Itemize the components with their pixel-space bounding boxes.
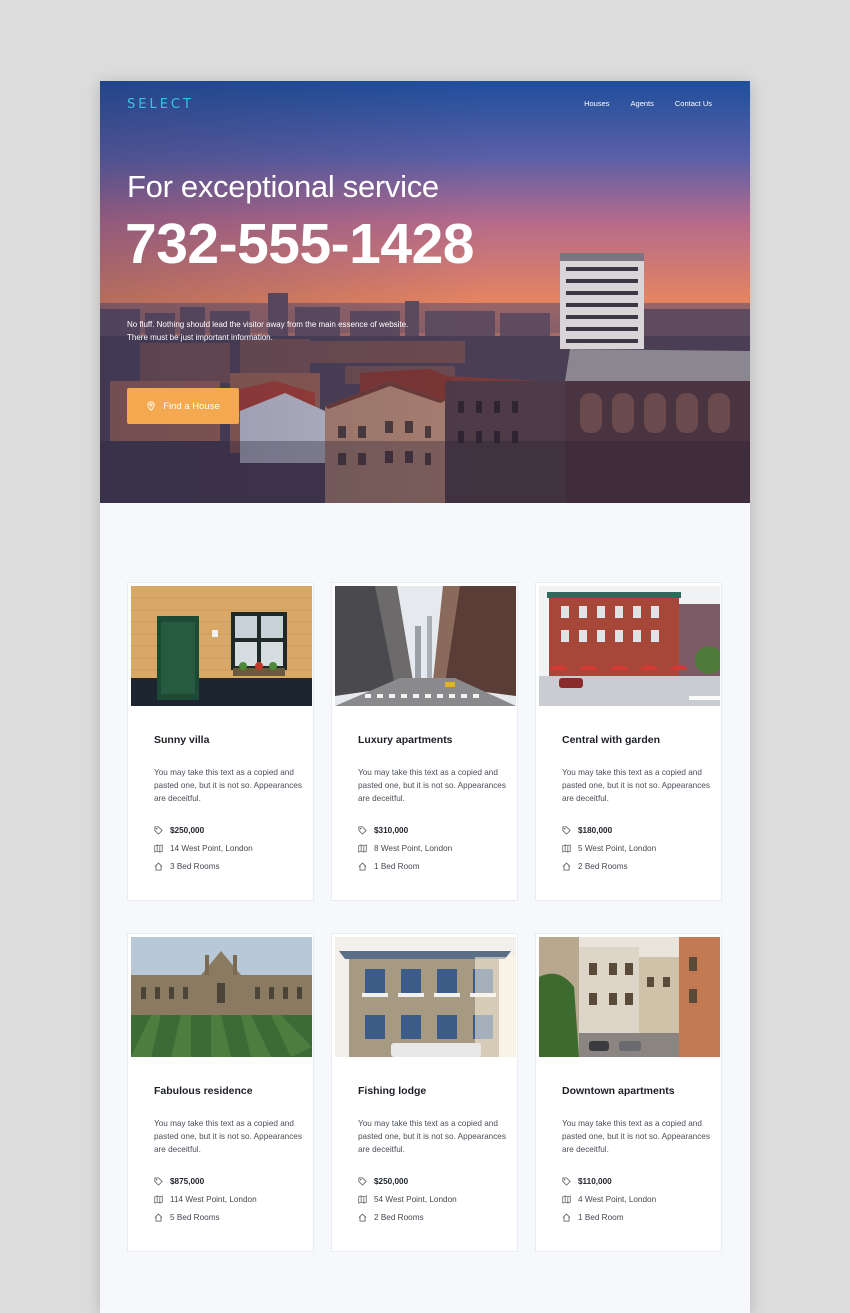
listing-price: $875,000 [154, 1177, 204, 1186]
map-icon [358, 1195, 367, 1204]
listing-price-value: $310,000 [374, 826, 409, 835]
listing-rooms: 5 Bed Rooms [154, 1213, 220, 1222]
listing-price-value: $110,000 [578, 1177, 612, 1186]
listing-card[interactable]: Central with garden You may take this te… [535, 582, 722, 901]
listing-rooms-value: 3 Bed Rooms [170, 862, 220, 871]
listing-title[interactable]: Fabulous residence [154, 1085, 253, 1097]
listing-title[interactable]: Downtown apartments [562, 1085, 675, 1097]
listing-photo [335, 937, 516, 1057]
listing-title[interactable]: Fishing lodge [358, 1085, 426, 1097]
listing-rooms-value: 2 Bed Rooms [374, 1213, 424, 1222]
listing-address-value: 114 West Point, London [170, 1195, 257, 1204]
listing-card[interactable]: Fishing lodge You may take this text as … [331, 933, 518, 1252]
page: SELECT Houses Agents Contact Us For exce… [100, 81, 750, 1313]
listing-address: 8 West Point, London [358, 844, 452, 853]
listing-price: $180,000 [562, 826, 612, 835]
main-nav: Houses Agents Contact Us [584, 99, 712, 108]
hero-description-line: No fluff. Nothing should lead the visito… [127, 320, 409, 329]
nav-link-agents[interactable]: Agents [631, 99, 654, 108]
listing-rooms-value: 2 Bed Rooms [578, 862, 628, 871]
listing-rooms-value: 5 Bed Rooms [170, 1213, 220, 1222]
home-icon [562, 1213, 571, 1222]
listing-address-value: 8 West Point, London [374, 844, 453, 853]
hero-section: SELECT Houses Agents Contact Us For exce… [100, 81, 750, 503]
listing-address-value: 4 West Point, London [578, 1195, 657, 1204]
listing-title[interactable]: Sunny villa [154, 734, 209, 746]
listing-rooms: 1 Bed Room [358, 862, 420, 871]
listing-price-value: $250,000 [170, 826, 205, 835]
listing-description: You may take this text as a copied and p… [154, 768, 302, 803]
map-icon [562, 1195, 571, 1204]
find-house-button[interactable]: Find a House [127, 388, 239, 424]
map-icon [358, 844, 367, 853]
listing-address: 5 West Point, London [562, 844, 656, 853]
listing-card[interactable]: Luxury apartments You may take this text… [331, 582, 518, 901]
listing-rooms: 3 Bed Rooms [154, 862, 220, 871]
home-icon [154, 862, 163, 871]
map-icon [154, 844, 163, 853]
price-tag-icon [562, 826, 571, 835]
listing-rooms-value: 1 Bed Room [578, 1213, 624, 1222]
find-house-label: Find a House [163, 400, 220, 412]
listing-address-value: 5 West Point, London [578, 844, 657, 853]
listing-price: $250,000 [358, 1177, 408, 1186]
map-pin-icon [147, 401, 155, 411]
hero-description: No fluff. Nothing should lead the visito… [127, 318, 447, 344]
listing-photo [335, 586, 516, 706]
listing-photo [539, 937, 720, 1057]
listing-card[interactable]: Downtown apartments You may take this te… [535, 933, 722, 1252]
listing-address: 4 West Point, London [562, 1195, 656, 1204]
listing-rooms: 1 Bed Room [562, 1213, 624, 1222]
listing-description: You may take this text as a copied and p… [562, 768, 710, 803]
listing-photo [539, 586, 720, 706]
listing-card[interactable]: Fabulous residence You may take this tex… [127, 933, 314, 1252]
listing-price: $250,000 [154, 826, 204, 835]
listing-price: $310,000 [358, 826, 408, 835]
home-icon [358, 862, 367, 871]
price-tag-icon [154, 1177, 163, 1186]
listing-price-value: $250,000 [374, 1177, 409, 1186]
listing-card[interactable]: Sunny villa You may take this text as a … [127, 582, 314, 901]
listing-photo [131, 586, 312, 706]
listing-address: 54 West Point, London [358, 1195, 457, 1204]
price-tag-icon [562, 1177, 571, 1186]
listing-address: 114 West Point, London [154, 1195, 257, 1204]
listing-description: You may take this text as a copied and p… [562, 1119, 710, 1154]
listing-title[interactable]: Luxury apartments [358, 734, 453, 746]
home-icon [358, 1213, 367, 1222]
listing-price-value: $875,000 [170, 1177, 205, 1186]
listing-address: 14 West Point, London [154, 844, 253, 853]
listing-rooms-value: 1 Bed Room [374, 862, 420, 871]
price-tag-icon [154, 826, 163, 835]
listing-price: $110,000 [562, 1177, 612, 1186]
home-icon [562, 862, 571, 871]
hero-tagline: For exceptional service [127, 169, 439, 204]
listing-title[interactable]: Central with garden [562, 734, 660, 746]
hero-overlay [100, 81, 750, 503]
home-icon [154, 1213, 163, 1222]
listing-description: You may take this text as a copied and p… [358, 768, 506, 803]
map-icon [154, 1195, 163, 1204]
listing-rooms: 2 Bed Rooms [358, 1213, 424, 1222]
price-tag-icon [358, 1177, 367, 1186]
price-tag-icon [358, 826, 367, 835]
listing-price-value: $180,000 [578, 826, 613, 835]
hero-phone-number: 732-555-1428 [125, 212, 474, 276]
hero-description-line: There must be just important information… [127, 333, 273, 342]
listing-address-value: 54 West Point, London [374, 1195, 457, 1204]
listing-description: You may take this text as a copied and p… [154, 1119, 302, 1154]
listing-address-value: 14 West Point, London [170, 844, 253, 853]
listing-rooms: 2 Bed Rooms [562, 862, 628, 871]
nav-link-houses[interactable]: Houses [584, 99, 609, 108]
listing-description: You may take this text as a copied and p… [358, 1119, 506, 1154]
listing-photo [131, 937, 312, 1057]
map-icon [562, 844, 571, 853]
site-logo[interactable]: SELECT [127, 97, 194, 112]
nav-link-contact[interactable]: Contact Us [675, 99, 712, 108]
